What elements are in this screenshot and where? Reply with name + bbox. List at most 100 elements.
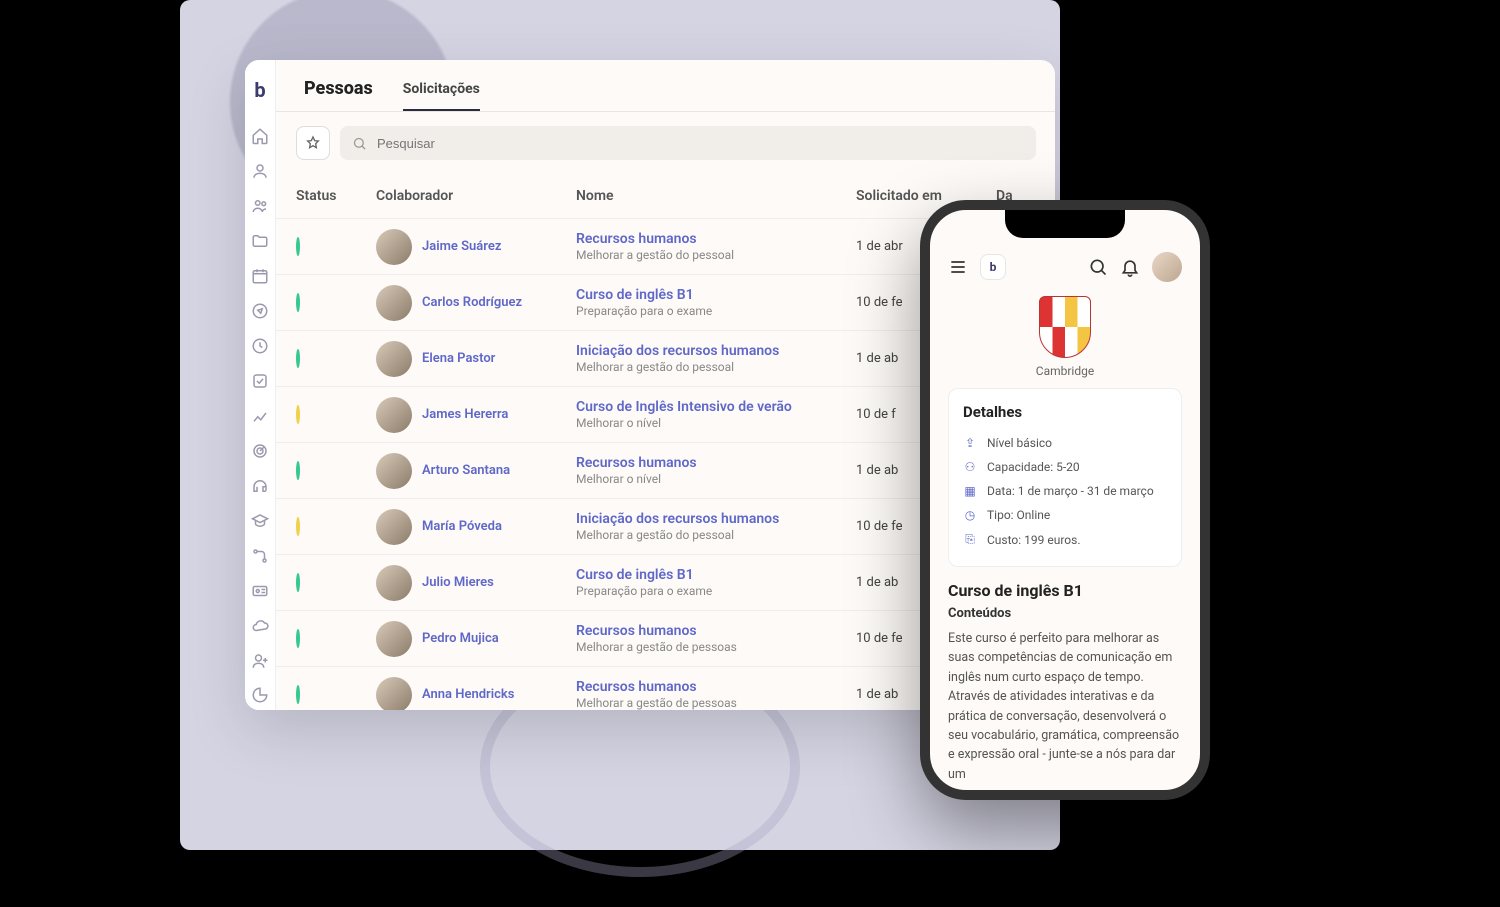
- folder-icon[interactable]: [245, 227, 275, 256]
- toolbar: [276, 112, 1055, 174]
- course-subtitle: Conteúdos: [948, 606, 1182, 621]
- collaborator-link[interactable]: Elena Pastor: [422, 351, 495, 366]
- headset-icon[interactable]: [245, 471, 275, 500]
- add-person-icon[interactable]: [245, 646, 275, 675]
- collaborator-link[interactable]: Carlos Rodríguez: [422, 295, 522, 310]
- request-subtitle: Melhorar a gestão do pessoal: [576, 528, 856, 544]
- status-indicator: [296, 349, 300, 368]
- status-indicator: [296, 573, 300, 592]
- request-subtitle: Melhorar a gestão de pessoas: [576, 696, 856, 710]
- request-subtitle: Melhorar o nível: [576, 472, 856, 488]
- status-indicator: [296, 685, 300, 704]
- clock-icon[interactable]: [245, 332, 275, 361]
- collaborator-link[interactable]: Julio Mieres: [422, 575, 494, 590]
- detail-cost: ⎘Custo: 199 euros.: [963, 527, 1167, 552]
- people-icon[interactable]: [245, 192, 275, 221]
- collaborator-link[interactable]: Arturo Santana: [422, 463, 510, 478]
- phone-notch: [1005, 210, 1125, 238]
- request-title[interactable]: Recursos humanos: [576, 622, 856, 640]
- tab-solicitacoes[interactable]: Solicitações: [403, 81, 480, 111]
- pie-chart-icon[interactable]: [245, 681, 275, 710]
- institution-crest: [1039, 296, 1091, 358]
- level-icon: ⇪: [963, 436, 977, 450]
- course-description: Este curso é perfeito para melhorar as s…: [948, 629, 1182, 784]
- status-indicator: [296, 517, 300, 536]
- request-title[interactable]: Recursos humanos: [576, 678, 856, 696]
- request-subtitle: Melhorar a gestão do pessoal: [576, 360, 856, 376]
- col-status: Status: [296, 188, 376, 204]
- collaborator-link[interactable]: Jaime Suárez: [422, 239, 501, 254]
- favorite-button[interactable]: [296, 126, 330, 160]
- sidebar: b: [245, 60, 276, 710]
- request-subtitle: Melhorar a gestão do pessoal: [576, 248, 856, 264]
- request-subtitle: Preparação para o exame: [576, 584, 856, 600]
- chart-icon[interactable]: [245, 402, 275, 431]
- tabs: Pessoas Solicitações: [276, 60, 1055, 112]
- collaborator-link[interactable]: Anna Hendricks: [422, 687, 514, 702]
- search-icon: [352, 136, 367, 151]
- detail-dates: ▦Data: 1 de março - 31 de março: [963, 479, 1167, 503]
- id-card-icon[interactable]: [245, 576, 275, 605]
- search-field[interactable]: [340, 126, 1036, 160]
- request-title[interactable]: Recursos humanos: [576, 454, 856, 472]
- course-title: Curso de inglês B1: [948, 581, 1182, 600]
- avatar: [376, 229, 412, 265]
- avatar: [376, 621, 412, 657]
- clock-icon: ◷: [963, 508, 977, 522]
- status-indicator: [296, 629, 300, 648]
- check-square-icon[interactable]: [245, 367, 275, 396]
- star-icon: [305, 135, 321, 151]
- people-icon: ⚇: [963, 460, 977, 474]
- graduation-icon[interactable]: [245, 506, 275, 535]
- request-title[interactable]: Curso de inglês B1: [576, 566, 856, 584]
- detail-capacity: ⚇Capacidade: 5-20: [963, 455, 1167, 479]
- app-logo[interactable]: b: [254, 78, 265, 102]
- collaborator-link[interactable]: María Póveda: [422, 519, 502, 534]
- compass-icon[interactable]: [245, 297, 275, 326]
- home-icon[interactable]: [245, 122, 275, 151]
- app-logo[interactable]: b: [980, 254, 1006, 280]
- target-icon[interactable]: [245, 436, 275, 465]
- request-title[interactable]: Iniciação dos recursos humanos: [576, 342, 856, 360]
- calendar-icon: ▦: [963, 484, 977, 498]
- status-indicator: [296, 405, 300, 424]
- avatar: [376, 285, 412, 321]
- flow-icon[interactable]: [245, 541, 275, 570]
- collaborator-link[interactable]: James Hererra: [422, 407, 508, 422]
- bell-icon[interactable]: [1120, 257, 1140, 277]
- money-icon: ⎘: [963, 532, 977, 547]
- avatar: [376, 677, 412, 711]
- phone-body: Cambridge Detalhes ⇪Nível básico ⚇Capaci…: [930, 292, 1200, 790]
- menu-icon[interactable]: [948, 257, 968, 277]
- request-title[interactable]: Curso de Inglês Intensivo de verão: [576, 398, 856, 416]
- cloud-icon[interactable]: [245, 611, 275, 640]
- page-title: Pessoas: [304, 78, 373, 111]
- search-icon[interactable]: [1088, 257, 1108, 277]
- request-title[interactable]: Curso de inglês B1: [576, 286, 856, 304]
- request-subtitle: Melhorar a gestão de pessoas: [576, 640, 856, 656]
- phone-mockup: b Cambridge Detalhes ⇪Nível básico ⚇Capa…: [920, 200, 1210, 800]
- request-title[interactable]: Recursos humanos: [576, 230, 856, 248]
- request-subtitle: Preparação para o exame: [576, 304, 856, 320]
- search-input[interactable]: [377, 136, 1024, 151]
- avatar: [376, 509, 412, 545]
- avatar: [376, 397, 412, 433]
- status-indicator: [296, 461, 300, 480]
- calendar-icon[interactable]: [245, 262, 275, 291]
- details-heading: Detalhes: [963, 403, 1167, 421]
- status-indicator: [296, 293, 300, 312]
- details-card: Detalhes ⇪Nível básico ⚇Capacidade: 5-20…: [948, 388, 1182, 567]
- institution-name: Cambridge: [948, 364, 1182, 378]
- request-title[interactable]: Iniciação dos recursos humanos: [576, 510, 856, 528]
- avatar[interactable]: [1152, 252, 1182, 282]
- collaborator-link[interactable]: Pedro Mujica: [422, 631, 499, 646]
- avatar: [376, 341, 412, 377]
- detail-level: ⇪Nível básico: [963, 431, 1167, 455]
- col-nome: Nome: [576, 188, 856, 204]
- avatar: [376, 565, 412, 601]
- detail-type: ◷Tipo: Online: [963, 503, 1167, 527]
- avatar: [376, 453, 412, 489]
- status-indicator: [296, 237, 300, 256]
- col-colaborador: Colaborador: [376, 188, 576, 204]
- person-icon[interactable]: [245, 157, 275, 186]
